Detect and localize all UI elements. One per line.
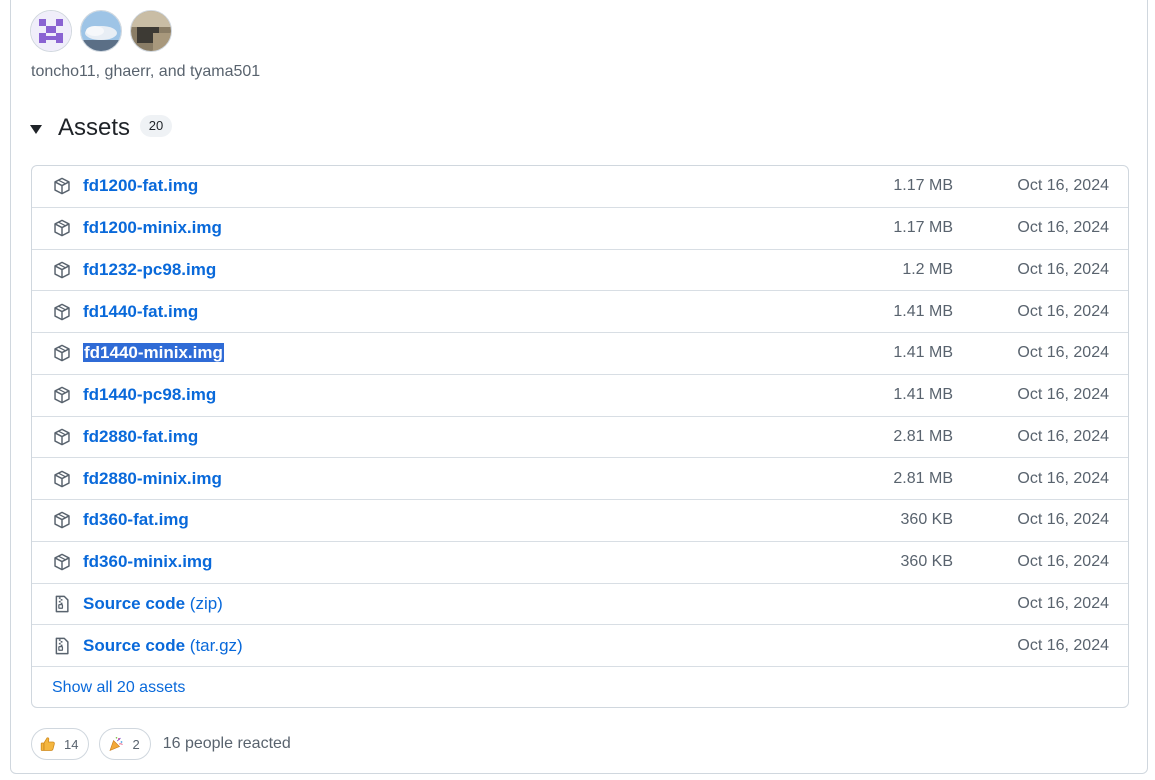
asset-size: 1.17 MB bbox=[893, 177, 953, 195]
show-all-row: Show all 20 assets bbox=[32, 667, 1128, 707]
asset-size: 1.17 MB bbox=[893, 219, 953, 237]
asset-link[interactable]: fd2880-minix.img bbox=[83, 469, 222, 489]
package-icon bbox=[54, 428, 70, 446]
asset-link[interactable]: fd1200-minix.img bbox=[83, 218, 222, 238]
reaction-thumbs-up-count: 14 bbox=[64, 736, 79, 752]
asset-link[interactable]: fd2880-fat.img bbox=[83, 427, 198, 447]
package-icon bbox=[54, 511, 70, 529]
asset-date: Oct 16, 2024 bbox=[1017, 553, 1109, 571]
package-icon bbox=[54, 303, 70, 321]
asset-name: fd1440-pc98.img bbox=[83, 385, 217, 405]
package-icon bbox=[54, 261, 70, 279]
asset-date: Oct 16, 2024 bbox=[1017, 260, 1109, 278]
avatar-ghaerr[interactable] bbox=[80, 10, 122, 52]
avatar-toncho11[interactable] bbox=[30, 10, 72, 52]
caret-down-icon bbox=[30, 125, 42, 134]
asset-suffix: (zip) bbox=[189, 593, 223, 613]
asset-date: Oct 16, 2024 bbox=[1017, 344, 1109, 362]
reactions-summary: 16 people reacted bbox=[162, 735, 291, 752]
assets-title: Assets bbox=[58, 114, 131, 141]
asset-link[interactable]: fd1440-minix.img bbox=[83, 343, 224, 363]
asset-name: fd360-minix.img bbox=[83, 552, 213, 572]
asset-suffix: (tar.gz) bbox=[189, 635, 243, 655]
package-icon bbox=[54, 553, 70, 571]
asset-row: fd1440-fat.img 1.41 MB Oct 16, 2024 bbox=[32, 291, 1128, 333]
reaction-thumbs-up-button[interactable]: 14 bbox=[31, 728, 90, 760]
asset-date: Oct 16, 2024 bbox=[1017, 427, 1109, 445]
asset-name: fd1440-fat.img bbox=[83, 301, 199, 321]
asset-date: Oct 16, 2024 bbox=[1017, 302, 1109, 320]
asset-name: fd2880-fat.img bbox=[83, 426, 199, 446]
asset-name: fd2880-minix.img bbox=[83, 468, 222, 488]
asset-name: fd1200-fat.img bbox=[83, 176, 199, 196]
asset-row: Source code (zip) Oct 16, 2024 bbox=[32, 584, 1128, 626]
tada-icon bbox=[109, 737, 124, 752]
asset-link[interactable]: fd360-fat.img bbox=[83, 510, 189, 530]
file-zip-icon bbox=[55, 637, 69, 655]
package-icon bbox=[54, 344, 70, 362]
assets-count-badge: 20 bbox=[140, 115, 173, 137]
asset-row: fd1200-fat.img 1.17 MB Oct 16, 2024 bbox=[32, 166, 1128, 208]
asset-size: 1.41 MB bbox=[893, 302, 953, 320]
reaction-tada-button[interactable]: 2 bbox=[99, 728, 151, 760]
reactions-bar: 14 2 16 people reacted bbox=[31, 728, 291, 760]
package-icon bbox=[54, 219, 70, 237]
asset-date: Oct 16, 2024 bbox=[1017, 386, 1109, 404]
asset-name: fd1200-minix.img bbox=[83, 218, 222, 238]
asset-list: fd1200-fat.img 1.17 MB Oct 16, 2024 fd1200-… bbox=[31, 165, 1129, 708]
file-zip-icon bbox=[55, 595, 69, 613]
asset-name: fd360-fat.img bbox=[83, 510, 189, 530]
asset-row: fd1200-minix.img 1.17 MB Oct 16, 2024 bbox=[32, 208, 1128, 250]
asset-date: Oct 16, 2024 bbox=[1017, 177, 1109, 195]
package-icon bbox=[54, 386, 70, 404]
asset-size: 2.81 MB bbox=[893, 427, 953, 445]
asset-link[interactable]: fd360-minix.img bbox=[83, 552, 212, 572]
asset-size: 2.81 MB bbox=[893, 469, 953, 487]
asset-name: Source code bbox=[83, 593, 186, 613]
contributor-avatars bbox=[30, 10, 172, 52]
asset-name: fd1440-minix.img bbox=[83, 343, 224, 363]
avatar-tyama501[interactable] bbox=[130, 10, 172, 52]
contributors-text: toncho11, ghaerr, and tyama501 bbox=[31, 63, 261, 80]
thumbs-up-icon bbox=[40, 737, 55, 751]
package-icon bbox=[54, 470, 70, 488]
asset-row: Source code (tar.gz) Oct 16, 2024 bbox=[32, 625, 1128, 667]
asset-size: 1.41 MB bbox=[893, 386, 953, 404]
asset-link[interactable]: fd1232-pc98.img bbox=[83, 260, 216, 280]
show-all-assets-link[interactable]: Show all 20 assets bbox=[52, 679, 185, 697]
assets-toggle[interactable]: Assets 20 bbox=[30, 112, 173, 144]
asset-name: Source code bbox=[83, 635, 186, 655]
asset-row: fd1440-minix.img 1.41 MB Oct 16, 2024 bbox=[32, 333, 1128, 375]
asset-link[interactable]: fd1200-fat.img bbox=[83, 176, 198, 196]
asset-link[interactable]: fd1440-fat.img bbox=[83, 302, 198, 322]
asset-date: Oct 16, 2024 bbox=[1017, 511, 1109, 529]
asset-size: 1.41 MB bbox=[893, 344, 953, 362]
asset-size: 360 KB bbox=[900, 511, 953, 529]
package-icon bbox=[54, 177, 70, 195]
asset-name: fd1232-pc98.img bbox=[83, 259, 217, 279]
asset-link[interactable]: fd1440-pc98.img bbox=[83, 385, 216, 405]
asset-size: 1.2 MB bbox=[902, 260, 953, 278]
asset-row: fd2880-fat.img 2.81 MB Oct 16, 2024 bbox=[32, 417, 1128, 459]
asset-row: fd360-fat.img 360 KB Oct 16, 2024 bbox=[32, 500, 1128, 542]
asset-date: Oct 16, 2024 bbox=[1017, 219, 1109, 237]
asset-row: fd1232-pc98.img 1.2 MB Oct 16, 2024 bbox=[32, 250, 1128, 292]
asset-link[interactable]: Source code (zip) bbox=[83, 594, 223, 614]
asset-date: Oct 16, 2024 bbox=[1017, 469, 1109, 487]
asset-link[interactable]: Source code (tar.gz) bbox=[83, 636, 243, 656]
asset-row: fd1440-pc98.img 1.41 MB Oct 16, 2024 bbox=[32, 375, 1128, 417]
asset-size: 360 KB bbox=[900, 553, 953, 571]
reaction-tada-count: 2 bbox=[132, 736, 140, 752]
asset-row: fd360-minix.img 360 KB Oct 16, 2024 bbox=[32, 542, 1128, 584]
asset-row: fd2880-minix.img 2.81 MB Oct 16, 2024 bbox=[32, 458, 1128, 500]
asset-date: Oct 16, 2024 bbox=[1017, 636, 1109, 654]
asset-date: Oct 16, 2024 bbox=[1017, 594, 1109, 612]
